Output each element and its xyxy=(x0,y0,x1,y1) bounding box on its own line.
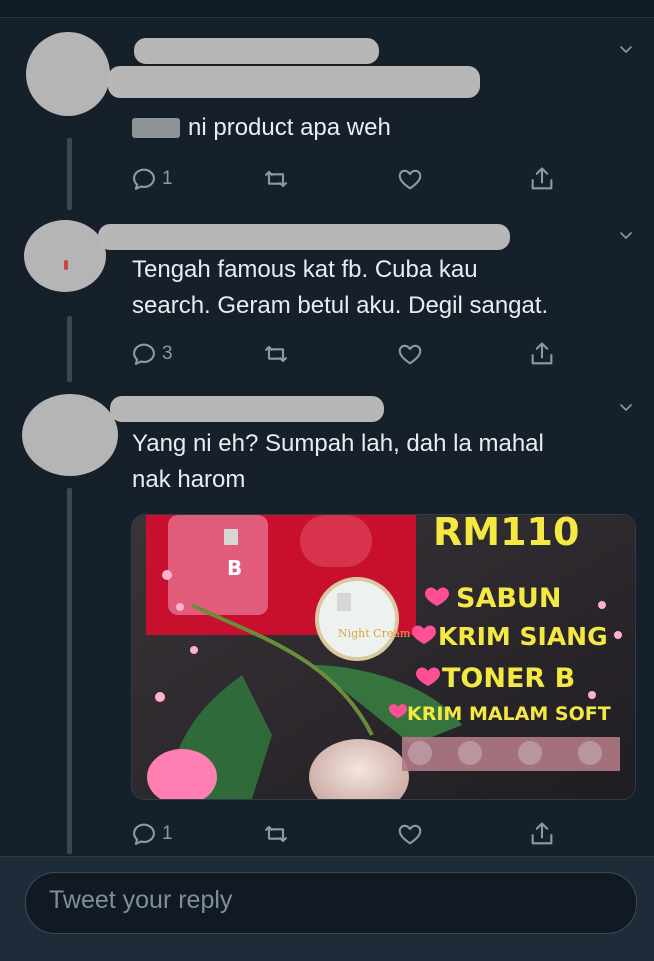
reply-button[interactable]: 1 xyxy=(130,818,173,850)
avatar[interactable] xyxy=(26,32,110,116)
like-button[interactable] xyxy=(396,163,424,195)
share-icon xyxy=(531,167,553,190)
tweet-text: Tengah famous kat fb. Cuba kau search. G… xyxy=(132,256,549,319)
item-label: KRIM SIANG xyxy=(438,622,608,651)
retweet-icon xyxy=(265,825,287,843)
redacted-name xyxy=(134,38,379,64)
heart-icon xyxy=(398,169,422,190)
like-button[interactable] xyxy=(396,338,424,370)
reply-input-placeholder[interactable]: Tweet your reply xyxy=(49,886,232,915)
reply-composer[interactable]: Tweet your reply xyxy=(25,872,637,934)
item-label: TONER B xyxy=(442,663,575,694)
retweet-icon xyxy=(265,170,287,188)
reply-count: 1 xyxy=(162,168,173,189)
redacted-name xyxy=(98,224,510,250)
share-icon xyxy=(531,342,553,365)
redacted-name xyxy=(110,396,384,422)
reply-icon xyxy=(133,168,155,190)
top-status-bar xyxy=(0,0,654,18)
reply-button[interactable]: 1 xyxy=(130,163,173,195)
reply-icon xyxy=(133,823,155,845)
tweet-text: ni product apa weh xyxy=(188,114,391,141)
tweet-actions: 3 xyxy=(130,338,570,370)
tweet[interactable]: ni product apa weh 1 xyxy=(0,32,654,210)
tweet-actions: 1 xyxy=(130,818,570,850)
retweet-button[interactable] xyxy=(262,338,290,370)
item-label: SABUN xyxy=(456,583,561,614)
bottle-label: B xyxy=(227,556,242,580)
chevron-down-icon[interactable] xyxy=(620,402,632,414)
heart-icon xyxy=(398,344,422,365)
reply-icon xyxy=(133,343,155,365)
tweet[interactable]: Tengah famous kat fb. Cuba kau search. G… xyxy=(0,218,654,386)
redacted-handle xyxy=(108,66,480,98)
product-photo: RM110 SABUN KRIM SIANG TONER B KRIM MALA… xyxy=(132,515,635,799)
avatar[interactable] xyxy=(24,220,106,292)
like-button[interactable] xyxy=(396,818,424,850)
avatar-detail xyxy=(64,260,68,270)
tweet-actions: 1 xyxy=(130,163,570,195)
share-button[interactable] xyxy=(528,818,556,850)
price-label: RM110 xyxy=(433,515,579,554)
chevron-down-icon[interactable] xyxy=(620,230,632,242)
tweet-media-image[interactable]: RM110 SABUN KRIM SIANG TONER B KRIM MALA… xyxy=(131,514,636,800)
redacted-mention xyxy=(132,118,180,138)
share-icon xyxy=(531,822,553,845)
tweet-text: Yang ni eh? Sumpah lah, dah la mahal nak… xyxy=(132,430,544,493)
item-label: KRIM MALAM SOFT xyxy=(407,703,611,725)
retweet-button[interactable] xyxy=(262,163,290,195)
retweet-icon xyxy=(265,345,287,363)
avatar[interactable] xyxy=(22,394,118,476)
retweet-button[interactable] xyxy=(262,818,290,850)
reply-button[interactable]: 3 xyxy=(130,338,173,370)
reply-count: 1 xyxy=(162,823,173,844)
jar-label: Night Cream xyxy=(338,627,411,640)
reply-count: 3 xyxy=(162,343,173,364)
heart-icon xyxy=(398,824,422,845)
share-button[interactable] xyxy=(528,163,556,195)
share-button[interactable] xyxy=(528,338,556,370)
chevron-down-icon[interactable] xyxy=(620,44,632,56)
